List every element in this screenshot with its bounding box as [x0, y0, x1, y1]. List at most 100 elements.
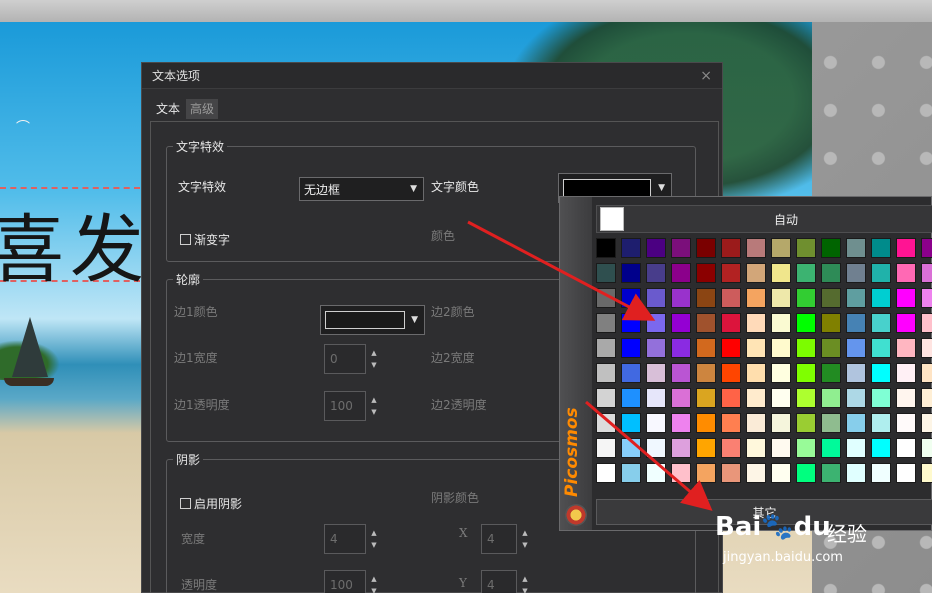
color-swatch[interactable]	[771, 463, 791, 483]
color-swatch[interactable]	[921, 438, 932, 458]
color-swatch[interactable]	[646, 438, 666, 458]
color-swatch[interactable]	[871, 363, 891, 383]
color-swatch[interactable]	[921, 463, 932, 483]
color-swatch[interactable]	[896, 338, 916, 358]
color-swatch[interactable]	[921, 238, 932, 258]
color-swatch[interactable]	[696, 338, 716, 358]
color-swatch[interactable]	[596, 338, 616, 358]
color-swatch[interactable]	[671, 338, 691, 358]
color-swatch[interactable]	[896, 413, 916, 433]
color-swatch[interactable]	[721, 388, 741, 408]
color-swatch[interactable]	[646, 413, 666, 433]
color-swatch[interactable]	[796, 263, 816, 283]
color-swatch[interactable]	[721, 338, 741, 358]
color-swatch[interactable]	[921, 363, 932, 383]
color-swatch[interactable]	[746, 263, 766, 283]
color-swatch[interactable]	[696, 413, 716, 433]
stepper-arrows-icon[interactable]: ▲ ▼	[366, 570, 382, 593]
color-swatch[interactable]	[871, 288, 891, 308]
color-swatch[interactable]	[596, 313, 616, 333]
color-swatch[interactable]	[771, 238, 791, 258]
shadow-y-stepper[interactable]: 4 ▲ ▼	[481, 570, 533, 593]
shadow-opacity-stepper[interactable]: 100 ▲ ▼	[324, 570, 382, 593]
color-swatch[interactable]	[596, 438, 616, 458]
color-swatch[interactable]	[846, 338, 866, 358]
color-swatch[interactable]	[671, 413, 691, 433]
color-swatch[interactable]	[871, 388, 891, 408]
color-swatch[interactable]	[671, 388, 691, 408]
color-swatch[interactable]	[696, 238, 716, 258]
color-swatch[interactable]	[621, 263, 641, 283]
edge1-width-stepper[interactable]: 0 ▲ ▼	[324, 344, 382, 374]
close-icon[interactable]: ×	[700, 68, 712, 84]
color-swatch[interactable]	[896, 388, 916, 408]
color-swatch[interactable]	[821, 363, 841, 383]
color-swatch[interactable]	[796, 388, 816, 408]
stepper-arrows-icon[interactable]: ▲ ▼	[366, 391, 382, 421]
color-swatch[interactable]	[721, 313, 741, 333]
color-swatch[interactable]	[721, 413, 741, 433]
color-swatch[interactable]	[721, 238, 741, 258]
tab-advanced[interactable]: 高级	[186, 99, 219, 119]
color-swatch[interactable]	[596, 288, 616, 308]
color-swatch[interactable]	[721, 438, 741, 458]
color-swatch[interactable]	[671, 463, 691, 483]
color-swatch[interactable]	[796, 313, 816, 333]
color-swatch[interactable]	[621, 313, 641, 333]
color-swatch[interactable]	[821, 413, 841, 433]
color-swatch[interactable]	[746, 313, 766, 333]
color-swatch[interactable]	[871, 313, 891, 333]
color-swatch[interactable]	[721, 288, 741, 308]
effect-select[interactable]: 无边框 ▼	[299, 177, 424, 201]
color-swatch[interactable]	[796, 288, 816, 308]
color-swatch[interactable]	[646, 313, 666, 333]
enable-shadow-checkbox[interactable]: 启用阴影	[180, 495, 242, 512]
color-swatch[interactable]	[771, 338, 791, 358]
color-swatch[interactable]	[596, 388, 616, 408]
color-swatch[interactable]	[896, 363, 916, 383]
color-swatch[interactable]	[621, 288, 641, 308]
color-swatch[interactable]	[696, 438, 716, 458]
color-swatch[interactable]	[646, 338, 666, 358]
color-swatch[interactable]	[621, 363, 641, 383]
color-swatch[interactable]	[846, 438, 866, 458]
color-swatch[interactable]	[846, 363, 866, 383]
dialog-titlebar[interactable]: 文本选项 ×	[142, 63, 722, 89]
shadow-y-input[interactable]: 4	[481, 570, 517, 593]
color-swatch[interactable]	[871, 238, 891, 258]
color-swatch[interactable]	[796, 463, 816, 483]
color-swatch[interactable]	[621, 338, 641, 358]
color-swatch[interactable]	[896, 238, 916, 258]
color-swatch[interactable]	[646, 238, 666, 258]
edge1-width-input[interactable]: 0	[324, 344, 366, 374]
color-swatch[interactable]	[896, 438, 916, 458]
color-swatch[interactable]	[696, 288, 716, 308]
color-swatch[interactable]	[721, 363, 741, 383]
color-swatch[interactable]	[896, 263, 916, 283]
color-swatch[interactable]	[921, 313, 932, 333]
color-swatch[interactable]	[921, 288, 932, 308]
color-swatch[interactable]	[796, 363, 816, 383]
color-swatch[interactable]	[771, 413, 791, 433]
tab-text[interactable]: 文本	[152, 99, 184, 119]
color-swatch[interactable]	[846, 463, 866, 483]
color-swatch[interactable]	[746, 288, 766, 308]
shadow-x-stepper[interactable]: 4 ▲ ▼	[481, 524, 533, 554]
shadow-opacity-input[interactable]: 100	[324, 570, 366, 593]
color-swatch[interactable]	[746, 363, 766, 383]
canvas-text[interactable]: 喜发	[0, 190, 150, 297]
color-swatch[interactable]	[871, 463, 891, 483]
color-swatch[interactable]	[771, 438, 791, 458]
color-swatch[interactable]	[771, 288, 791, 308]
color-swatch[interactable]	[821, 238, 841, 258]
color-swatch[interactable]	[646, 463, 666, 483]
color-swatch[interactable]	[821, 263, 841, 283]
shadow-width-stepper[interactable]: 4 ▲ ▼	[324, 524, 382, 554]
color-swatch[interactable]	[796, 438, 816, 458]
gradient-checkbox[interactable]: 渐变字	[180, 231, 230, 248]
color-swatch[interactable]	[671, 238, 691, 258]
color-swatch[interactable]	[671, 438, 691, 458]
color-swatch[interactable]	[821, 288, 841, 308]
color-swatch[interactable]	[746, 413, 766, 433]
color-swatch[interactable]	[871, 338, 891, 358]
